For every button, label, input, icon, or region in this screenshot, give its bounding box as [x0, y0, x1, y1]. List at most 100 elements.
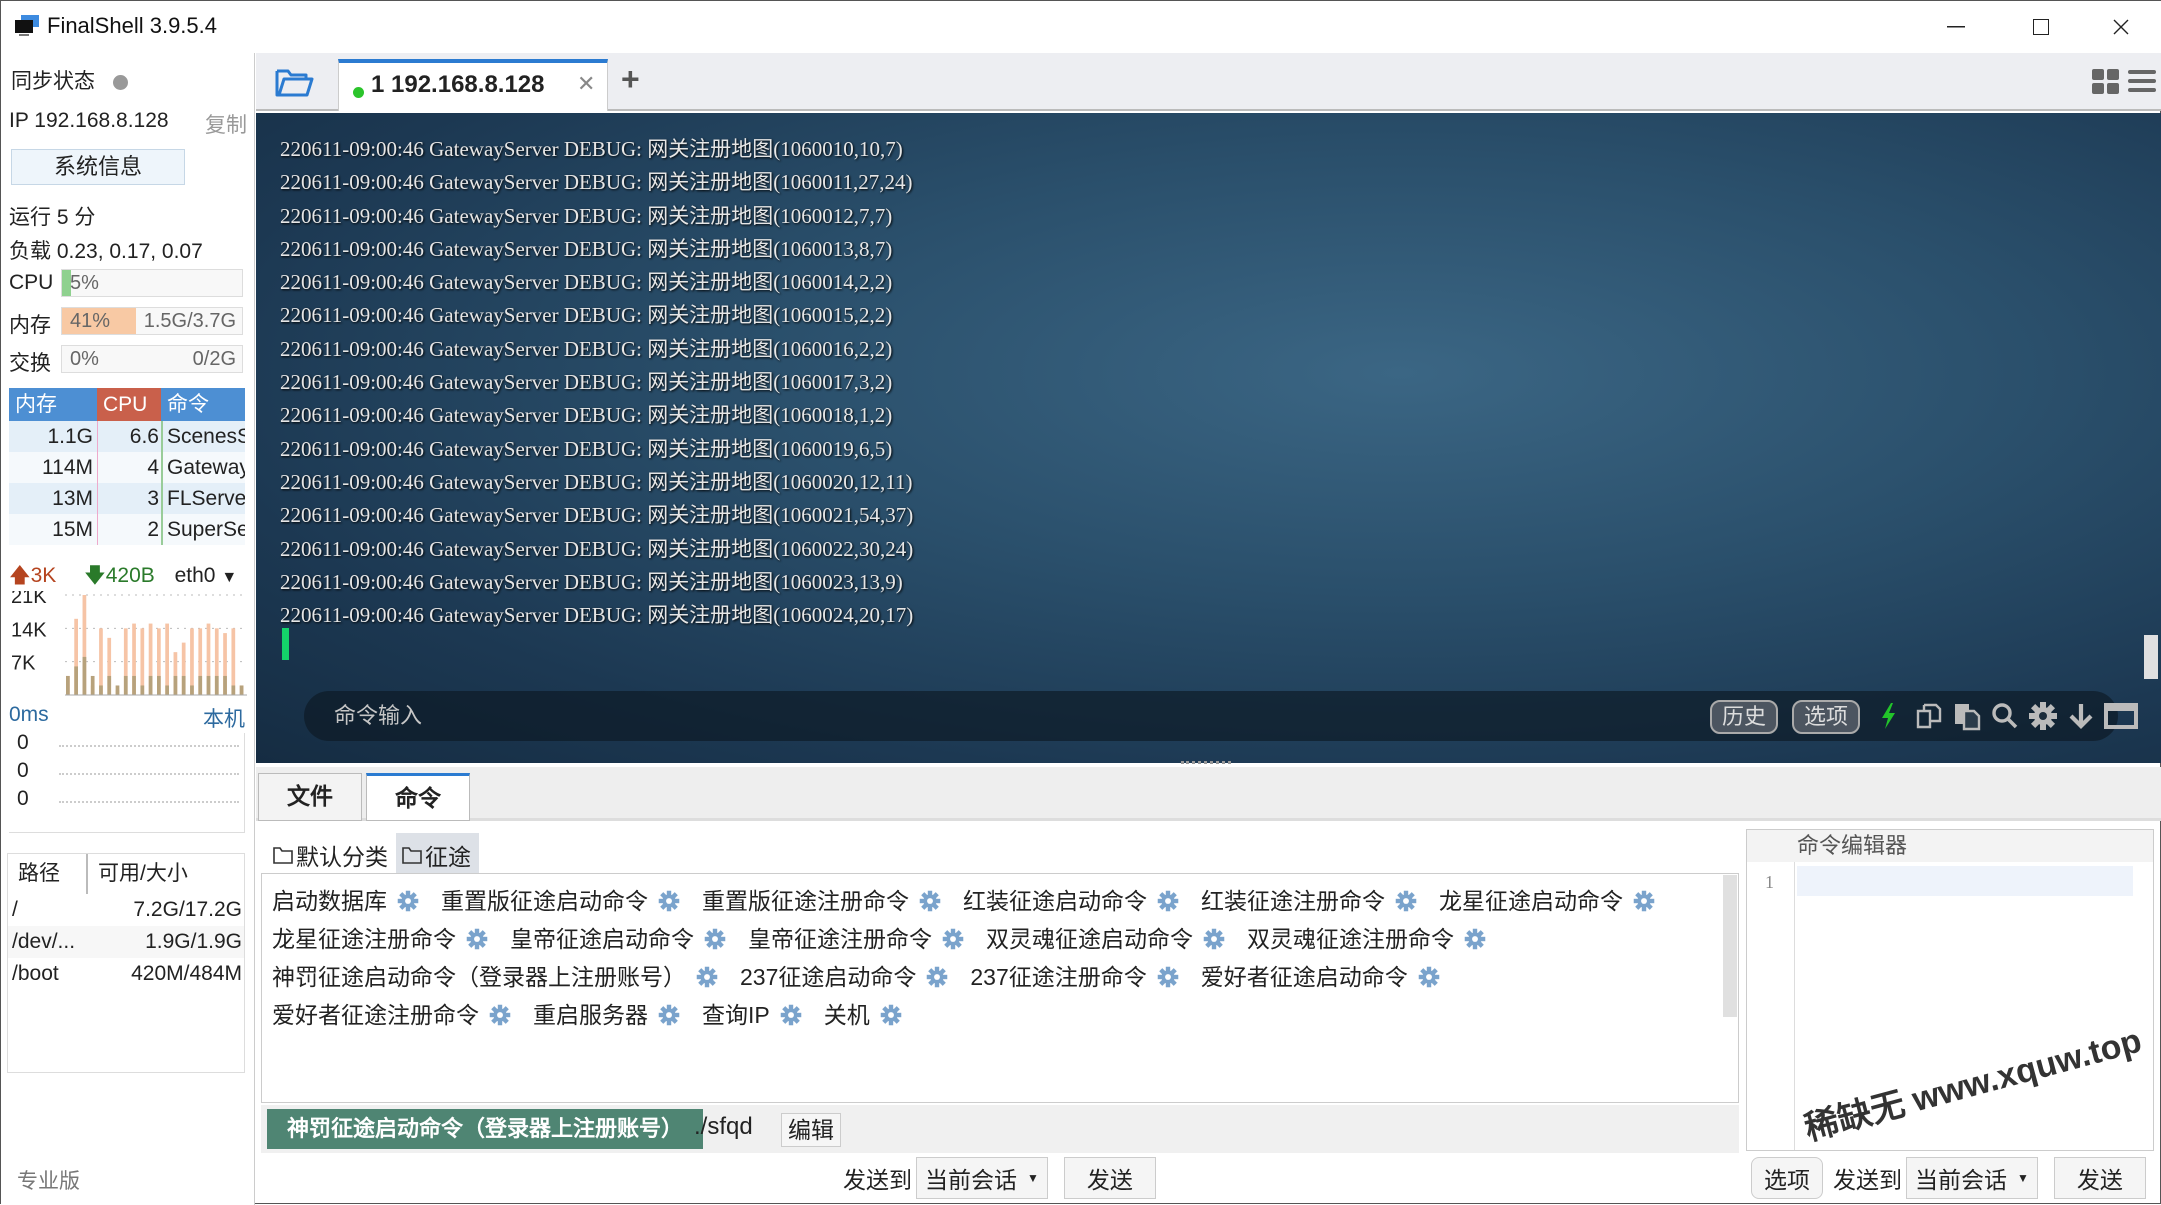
command-input[interactable] [334, 691, 1534, 741]
history-button[interactable]: 历史 [1710, 700, 1779, 734]
command-item[interactable]: 查询IP [702, 996, 802, 1034]
command-settings-icon[interactable] [1418, 966, 1440, 988]
command-item[interactable]: 双灵魂征途启动命令 [986, 920, 1225, 958]
command-settings-icon[interactable] [466, 928, 488, 950]
editor-send-button[interactable]: 发送 [2053, 1157, 2146, 1199]
copy-ip-link[interactable]: 复制 [205, 109, 247, 139]
copy-icon[interactable] [1914, 701, 1944, 731]
command-settings-icon[interactable] [704, 928, 726, 950]
command-settings-icon[interactable] [1464, 928, 1486, 950]
command-item[interactable]: 皇帝征途注册命令 [748, 920, 964, 958]
command-settings-icon[interactable] [658, 1004, 680, 1026]
command-settings-icon[interactable] [1157, 890, 1179, 912]
paste-icon[interactable] [1952, 701, 1982, 731]
command-item[interactable]: 启动数据库 [272, 882, 419, 920]
command-item[interactable]: 爱好者征途注册命令 [272, 996, 511, 1034]
close-button[interactable] [2086, 7, 2156, 47]
tab-files[interactable]: 文件 [258, 773, 362, 821]
editor-options-button[interactable]: 选项 [1751, 1157, 1823, 1199]
command-item[interactable]: 红装征途启动命令 [963, 882, 1179, 920]
column-header-command[interactable]: 命令 [161, 388, 245, 421]
scroll-down-icon[interactable] [2066, 701, 2096, 731]
column-header-cpu[interactable]: CPU [97, 388, 161, 421]
selected-command-name[interactable]: 神罚征途启动命令（登录器上注册账号） [267, 1109, 704, 1149]
minimize-button[interactable] [1921, 7, 1991, 47]
process-row[interactable]: 15M2SuperServer [9, 514, 245, 545]
session-tab[interactable]: 1 192.168.8.128 ✕ [338, 59, 608, 111]
command-settings-icon[interactable] [942, 928, 964, 950]
send-button[interactable]: 发送 [1063, 1157, 1156, 1199]
search-icon[interactable] [1990, 701, 2020, 731]
category-zhengtu[interactable]: 征途 [396, 833, 479, 873]
command-item[interactable]: 237征途启动命令 [740, 958, 948, 996]
command-item[interactable]: 龙星征途启动命令 [1439, 882, 1655, 920]
command-settings-icon[interactable] [1395, 890, 1417, 912]
process-row[interactable]: 114M4GatewayServer [9, 452, 245, 483]
options-button[interactable]: 选项 [1792, 700, 1861, 734]
process-cpu: 6.6 [97, 421, 161, 452]
open-folder-icon[interactable] [274, 65, 314, 99]
command-item[interactable]: 关机 [824, 996, 902, 1034]
command-settings-icon[interactable] [926, 966, 948, 988]
tab-commands[interactable]: 命令 [366, 773, 470, 821]
system-info-button[interactable]: 系统信息 [11, 149, 185, 185]
terminal-scrollbar[interactable] [2144, 635, 2158, 679]
dropdown-arrow-icon: ▼ [221, 569, 238, 586]
editor-current-line[interactable] [1797, 866, 2133, 896]
command-label: 237征途注册命令 [970, 964, 1147, 990]
disk-row[interactable]: /boot 420M/484M [8, 958, 244, 990]
send-target-dropdown[interactable]: 当前会话 ▼ [916, 1157, 1048, 1199]
command-item[interactable]: 双灵魂征途注册命令 [1247, 920, 1486, 958]
command-item[interactable]: 神罚征途启动命令（登录器上注册账号） [272, 958, 718, 996]
process-row[interactable]: 13M 3 FLServer [9, 483, 245, 514]
disk-path: / [12, 898, 18, 921]
command-item[interactable]: 237征途注册命令 [970, 958, 1179, 996]
grid-view-icon[interactable] [2092, 69, 2120, 95]
command-list-scrollbar[interactable] [1723, 875, 1737, 1017]
disk-row[interactable]: /dev/... 1.9G/1.9G [8, 926, 244, 958]
disk-row[interactable]: / 7.2G/17.2G [8, 894, 244, 926]
terminal[interactable]: 220611-09:00:46 GatewayServer DEBUG: 网关注… [256, 113, 2161, 763]
command-settings-icon[interactable] [1157, 966, 1179, 988]
command-settings-icon[interactable] [489, 1004, 511, 1026]
list-view-icon[interactable] [2128, 69, 2156, 95]
column-header-memory[interactable]: 内存 [9, 388, 97, 421]
command-settings-icon[interactable] [658, 890, 680, 912]
interface-selector[interactable]: eth0 ▼ [175, 564, 238, 587]
ping-row: 0 [17, 787, 245, 815]
command-settings-icon[interactable] [696, 966, 718, 988]
command-item[interactable]: 皇帝征途启动命令 [510, 920, 726, 958]
command-settings-icon[interactable] [397, 890, 419, 912]
command-item[interactable]: 重置版征途启动命令 [441, 882, 680, 920]
gear-icon[interactable] [2028, 701, 2058, 731]
editor-send-target-dropdown[interactable]: 当前会话 ▼ [1906, 1157, 2038, 1199]
process-memory: 13M [52, 487, 93, 510]
download-bar [132, 675, 136, 695]
command-item[interactable]: 重置版征途注册命令 [702, 882, 941, 920]
maximize-button[interactable] [2006, 7, 2076, 47]
close-tab-icon[interactable]: ✕ [577, 71, 595, 97]
line-number-gutter: 1 [1747, 862, 1795, 1150]
category-default[interactable]: 默认分类 [267, 833, 396, 873]
edit-command-button[interactable]: 编辑 [781, 1113, 841, 1147]
app-logo-icon [15, 15, 39, 36]
command-item[interactable]: 重启服务器 [533, 996, 680, 1034]
ping-chart: 0 0 0 [9, 731, 245, 833]
process-row[interactable]: 1.1G6.6ScenesServer [9, 421, 245, 452]
command-item[interactable]: 红装征途注册命令 [1201, 882, 1417, 920]
lightning-icon[interactable] [1874, 701, 1904, 731]
command-settings-icon[interactable] [880, 1004, 902, 1026]
maximize-terminal-icon[interactable] [2104, 701, 2138, 731]
command-item[interactable]: 龙星征途注册命令 [272, 920, 488, 958]
minimize-icon [1947, 26, 1965, 28]
command-settings-icon[interactable] [1633, 890, 1655, 912]
panel-splitter-handle[interactable] [1181, 761, 1231, 765]
command-label: 红装征途注册命令 [1201, 888, 1385, 914]
upload-bar [190, 628, 194, 695]
new-tab-button[interactable]: + [621, 61, 640, 98]
folder-icon [273, 847, 293, 864]
command-settings-icon[interactable] [1203, 928, 1225, 950]
command-settings-icon[interactable] [919, 890, 941, 912]
command-settings-icon[interactable] [780, 1004, 802, 1026]
command-item[interactable]: 爱好者征途启动命令 [1201, 958, 1440, 996]
